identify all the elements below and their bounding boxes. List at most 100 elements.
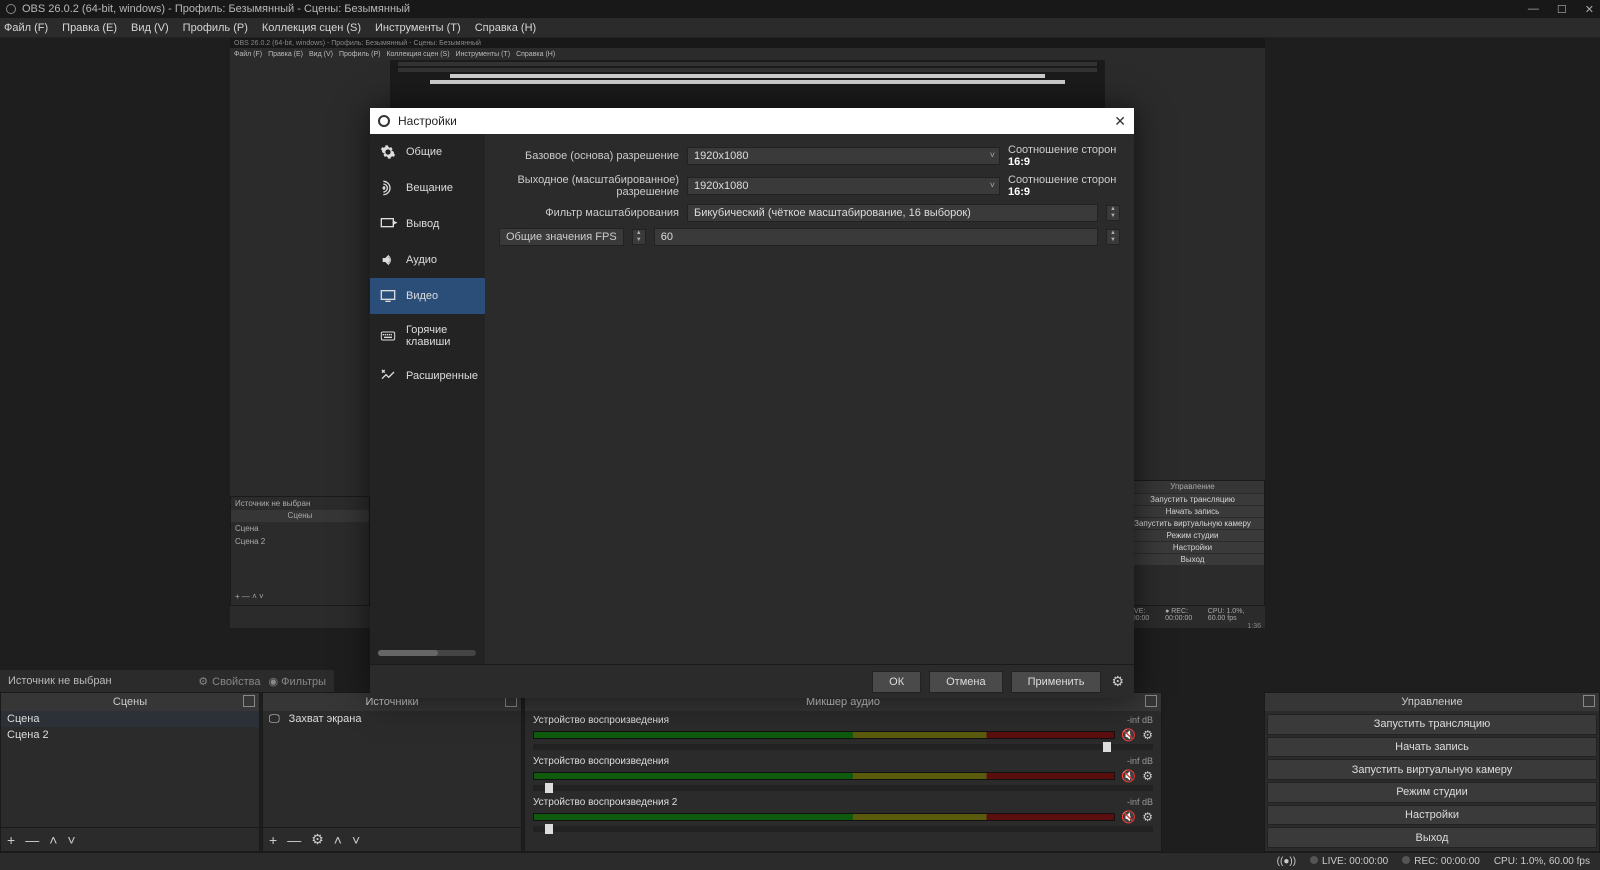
channel-name: Устройство воспроизведения 2 xyxy=(533,797,677,808)
menu-profile[interactable]: Профиль (P) xyxy=(183,22,248,34)
menu-edit[interactable]: Правка (E) xyxy=(62,22,117,34)
source-item[interactable]: 🖵 Захват экрана xyxy=(263,711,521,728)
nav-hotkeys-icon xyxy=(378,328,398,344)
minimize-button[interactable]: — xyxy=(1528,3,1539,16)
mixer-channel: Устройство воспроизведения-inf dB🔇⚙ xyxy=(533,756,1153,791)
nav-hotkeys[interactable]: Горячие клавиши xyxy=(370,314,485,358)
gear-icon[interactable]: ⚙ xyxy=(1142,728,1153,742)
start-virtual-cam-button[interactable]: Запустить виртуальную камеру xyxy=(1267,759,1597,780)
nav-output-icon xyxy=(378,216,398,232)
popout-icon[interactable] xyxy=(1583,695,1595,707)
source-toolbar: Источник не выбран Свойства ◉ Фильтры xyxy=(0,670,334,692)
monitor-icon: 🖵 xyxy=(269,713,280,725)
output-resolution-combo[interactable]: 1920x1080˅ xyxy=(687,177,1000,195)
nav-label: Горячие клавиши xyxy=(406,324,477,348)
source-status-label: Источник не выбран xyxy=(8,675,112,687)
gear-icon[interactable]: ⚙ xyxy=(1142,769,1153,783)
popout-icon[interactable] xyxy=(1145,695,1157,707)
maximize-button[interactable]: ☐ xyxy=(1557,3,1567,16)
window-title: OBS 26.0.2 (64-bit, windows) - Профиль: … xyxy=(22,3,410,15)
scene-down-button[interactable]: ˅ xyxy=(67,832,75,848)
nav-output[interactable]: Вывод xyxy=(370,206,485,242)
dialog-title: Настройки xyxy=(398,114,457,128)
scene-item[interactable]: Сцена 2 xyxy=(1,727,259,743)
downscale-filter-combo[interactable]: Бикубический (чёткое масштабирование, 16… xyxy=(687,204,1098,222)
scene-up-button[interactable]: ˄ xyxy=(49,832,57,848)
downscale-filter-label: Фильтр масштабирования xyxy=(499,207,679,219)
menu-scene-collection[interactable]: Коллекция сцен (S) xyxy=(262,22,361,34)
scene-item[interactable]: Сцена xyxy=(1,711,259,727)
mute-icon[interactable]: 🔇 xyxy=(1121,810,1136,824)
nested-time: 1:36 xyxy=(1247,623,1261,630)
nested-titlebar: OBS 26.0.2 (64-bit, windows) - Профиль: … xyxy=(230,38,1265,48)
fps-type-spinner[interactable]: ▲▼ xyxy=(632,229,646,245)
channel-db: -inf dB xyxy=(1127,756,1153,767)
dialog-close-button[interactable]: ✕ xyxy=(1114,113,1126,130)
source-settings-button[interactable]: ⚙ xyxy=(311,831,324,848)
close-button[interactable]: ✕ xyxy=(1585,3,1594,16)
menu-help[interactable]: Справка (H) xyxy=(475,22,536,34)
menu-tools[interactable]: Инструменты (T) xyxy=(375,22,461,34)
start-streaming-button[interactable]: Запустить трансляцию xyxy=(1267,714,1597,735)
scenes-dock: Сцены Сцена Сцена 2 + — ˄ ˅ xyxy=(0,692,260,852)
fps-spinner[interactable]: ▲▼ xyxy=(1106,229,1120,245)
filters-button[interactable]: ◉ Фильтры xyxy=(268,675,326,688)
add-scene-button[interactable]: + xyxy=(7,832,15,848)
scenes-header: Сцены xyxy=(1,693,259,711)
settings-content: Базовое (основа) разрешение 1920x1080˅ С… xyxy=(485,134,1134,664)
output-resolution-label: Выходное (масштабированное) разрешение xyxy=(499,174,679,198)
nav-audio[interactable]: Аудио xyxy=(370,242,485,278)
rec-status: REC: 00:00:00 xyxy=(1414,856,1480,867)
properties-button[interactable]: Свойства xyxy=(198,675,260,688)
controls-header: Управление xyxy=(1265,693,1599,711)
base-resolution-label: Базовое (основа) разрешение xyxy=(499,150,679,162)
studio-mode-button[interactable]: Режим студии xyxy=(1267,782,1597,803)
channel-name: Устройство воспроизведения xyxy=(533,715,669,726)
remove-source-button[interactable]: — xyxy=(287,832,301,848)
mute-icon[interactable]: 🔇 xyxy=(1121,769,1136,783)
nav-general[interactable]: Общие xyxy=(370,134,485,170)
menu-file[interactable]: Файл (F) xyxy=(4,22,48,34)
obs-icon xyxy=(378,115,390,127)
menu-view[interactable]: Вид (V) xyxy=(131,22,169,34)
source-up-button[interactable]: ˄ xyxy=(334,832,342,848)
gear-icon[interactable]: ⚙ xyxy=(1111,673,1124,690)
nav-label: Аудио xyxy=(406,254,437,266)
popout-icon[interactable] xyxy=(243,695,255,707)
cancel-button[interactable]: Отмена xyxy=(929,671,1002,693)
settings-dialog: Настройки ✕ Общие Вещание Вывод Аудио Видео Г… xyxy=(370,108,1134,698)
nav-label: Вещание xyxy=(406,182,453,194)
settings-button[interactable]: Настройки xyxy=(1267,805,1597,826)
nav-scrollbar[interactable] xyxy=(378,650,476,656)
volume-slider[interactable] xyxy=(533,785,1153,791)
window-titlebar: OBS 26.0.2 (64-bit, windows) - Профиль: … xyxy=(0,0,1600,18)
volume-slider[interactable] xyxy=(533,826,1153,832)
nav-video-icon xyxy=(378,288,398,304)
base-resolution-combo[interactable]: 1920x1080˅ xyxy=(687,147,1000,165)
nested-controls-dock: Управление Запустить трансляцию Начать з… xyxy=(1120,480,1265,606)
output-aspect-label: Соотношение сторон 16:9 xyxy=(1008,174,1120,198)
base-aspect-label: Соотношение сторон 16:9 xyxy=(1008,144,1120,168)
volume-slider[interactable] xyxy=(533,744,1153,750)
add-source-button[interactable]: + xyxy=(269,832,277,848)
ok-button[interactable]: ОК xyxy=(872,671,921,693)
fps-type-combo[interactable]: Общие значения FPS xyxy=(499,228,624,246)
nav-label: Вывод xyxy=(406,218,439,230)
gear-icon[interactable]: ⚙ xyxy=(1142,810,1153,824)
sources-dock: Источники 🖵 Захват экрана + — ⚙ ˄ ˅ xyxy=(262,692,522,852)
volume-meter xyxy=(533,731,1115,739)
remove-scene-button[interactable]: — xyxy=(25,832,39,848)
start-recording-button[interactable]: Начать запись xyxy=(1267,737,1597,758)
exit-button[interactable]: Выход xyxy=(1267,827,1597,848)
fps-value-combo[interactable]: 60 xyxy=(654,228,1098,246)
apply-button[interactable]: Применить xyxy=(1011,671,1102,693)
mute-icon[interactable]: 🔇 xyxy=(1121,728,1136,742)
filter-spinner[interactable]: ▲▼ xyxy=(1106,205,1120,221)
nav-label: Видео xyxy=(406,290,438,302)
nav-advanced[interactable]: Расширенные xyxy=(370,358,485,394)
nav-video[interactable]: Видео xyxy=(370,278,485,314)
source-down-button[interactable]: ˅ xyxy=(352,832,360,848)
volume-meter xyxy=(533,813,1115,821)
nav-stream[interactable]: Вещание xyxy=(370,170,485,206)
settings-nav: Общие Вещание Вывод Аудио Видео Горячие клави… xyxy=(370,134,485,664)
